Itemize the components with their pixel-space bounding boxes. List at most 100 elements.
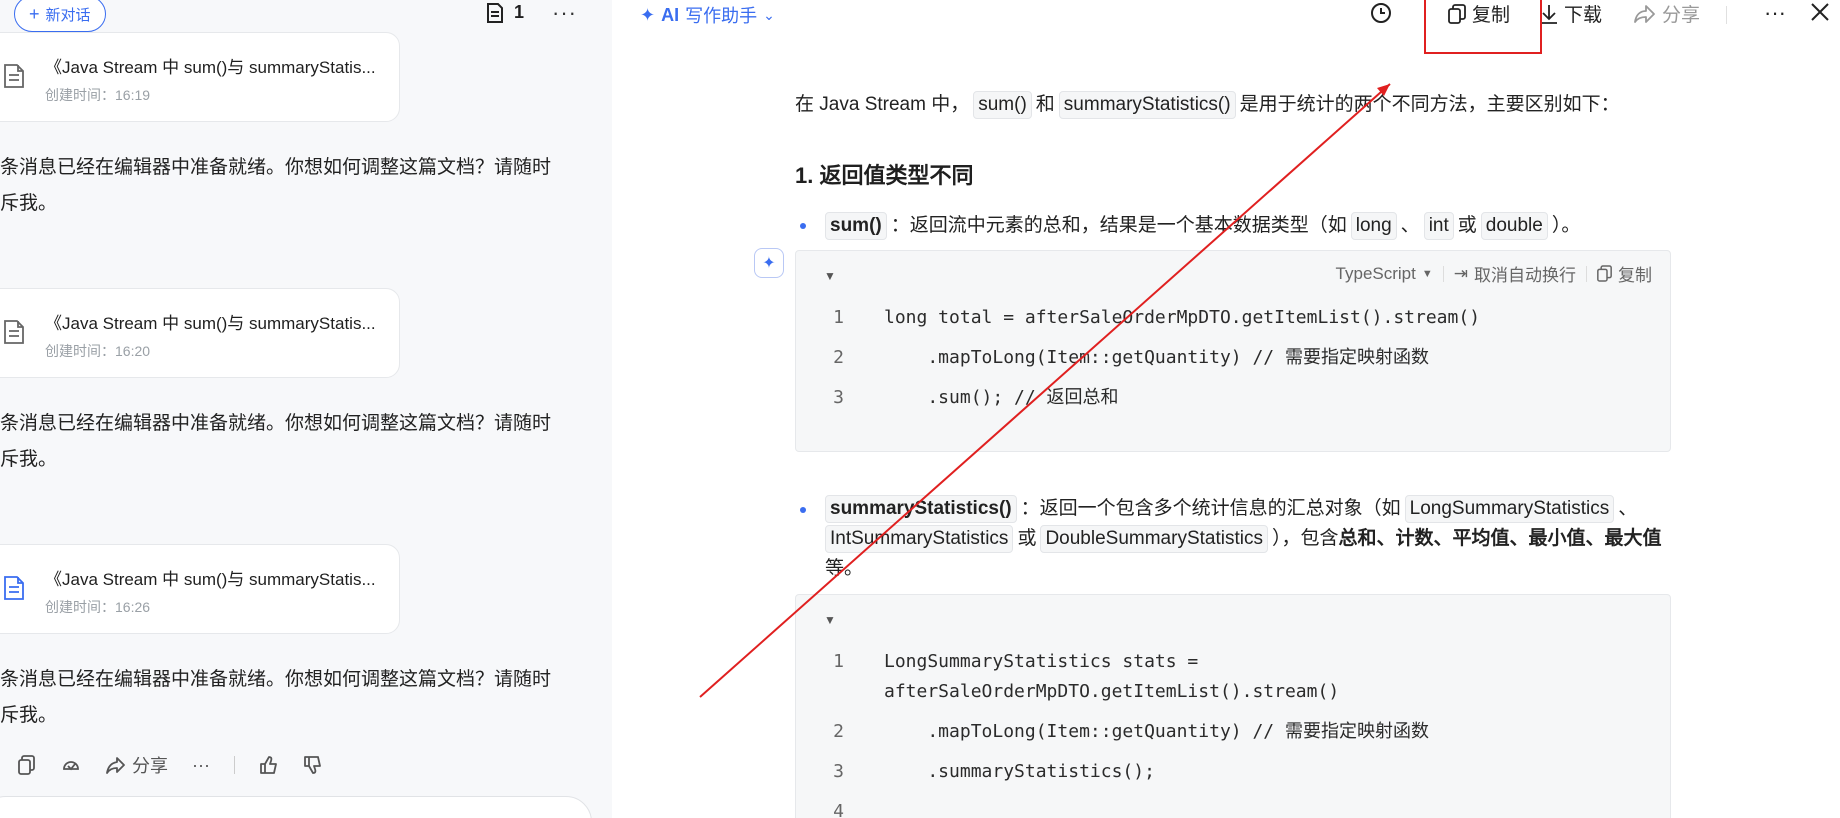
inline-code: LongSummaryStatistics [1404,495,1615,523]
toggle-wrap-button[interactable]: ⇥ 取消自动换行 [1454,261,1576,286]
card-time: 创建时间：16:26 [45,599,151,615]
code-text: afterSaleOrderMpDTO.getItemList().stream… [884,681,1340,702]
download-label: 下载 [1564,5,1603,26]
copy-icon [1597,265,1612,282]
chevron-down-icon: ⌄ [763,6,775,23]
card-title: 《Java Stream 中 sum()与 summaryStatis... [45,58,376,77]
inline-code: DoubleSummaryStatistics [1040,525,1268,553]
assistant-message: 条消息已经在编辑器中准备就绪。你想如何调整这篇文档？请随时 斥我。 [0,150,590,222]
message-line: 斥我。 [0,193,58,214]
language-select[interactable]: TypeScript ▼ [1336,264,1433,284]
code-text: .mapToLong(Item::getQuantity) // 需要指定映射函… [884,721,1429,742]
collapse-caret-icon[interactable]: ▼ [824,613,836,627]
chat-panel: + 新对话 1 ··· 《Java Stream 中 sum()与 summar… [0,0,612,818]
message-line: 斥我。 [0,705,58,726]
bullet-text: 等。 [825,558,864,579]
bullet-text: ）。 [1551,215,1581,236]
inline-code: summaryStatistics() [1058,91,1236,119]
new-chat-button[interactable]: + 新对话 [14,0,106,32]
thumbs-up-icon[interactable] [259,755,279,775]
download-button[interactable]: 下载 [1540,0,1602,27]
line-number: 1 [833,307,844,328]
divider [233,756,235,774]
wrap-icon: ⇥ [1453,263,1468,283]
line-number: 2 [833,721,844,742]
bullet-dot [800,507,806,513]
share-icon [1634,4,1655,23]
document-edit-icon [4,320,24,344]
bullet-bold-text: 总和、计数、平均值、最小值、最 [1338,528,1624,549]
message-line: 条消息已经在编辑器中准备就绪。你想如何调整这篇文档？请随时 [0,669,552,690]
more-icon[interactable]: ··· [192,755,210,776]
assistant-message: 条消息已经在编辑器中准备就绪。你想如何调整这篇文档？请随时 斥我。 [0,662,590,734]
bullet-bold-text: 大值 [1623,528,1662,549]
code-block: ▼ TypeScript ▼ ⇥ 取消自动换行 复制 1 long total =… [795,250,1671,452]
share-document-button[interactable]: 分享 [1634,0,1700,27]
new-chat-label: 新对话 [45,6,91,24]
code-line: 3 .sum(); // 返回总和 [796,383,1119,413]
line-number: 4 [833,801,844,818]
code-block: ▼ 1 LongSummaryStatistics stats = afterSa… [795,594,1671,818]
chat-input-box[interactable] [0,796,592,818]
message-line: 条消息已经在编辑器中准备就绪。你想如何调整这篇文档？请随时 [0,157,552,178]
assistant-message: 条消息已经在编辑器中准备就绪。你想如何调整这篇文档？请随时 斥我。 [0,406,590,478]
code-toolbar: TypeScript ▼ ⇥ 取消自动换行 复制 [1336,261,1652,286]
bullet-text: 或 [1457,215,1477,236]
inline-code: summaryStatistics() [825,495,1017,523]
ai-writing-assistant-menu[interactable]: ✦ AI 写作助手 ⌄ [640,2,775,28]
collapse-caret-icon[interactable]: ▼ [824,269,836,283]
highlight-annotation-box [1424,0,1542,54]
message-line: 条消息已经在编辑器中准备就绪。你想如何调整这篇文档？请随时 [0,413,552,434]
document-card[interactable]: 《Java Stream 中 sum()与 summaryStatis... 创… [0,32,400,122]
language-label: TypeScript [1335,263,1416,283]
intro-text: 和 [1035,94,1055,115]
regenerate-icon[interactable] [60,755,82,775]
share-label: 分享 [1662,5,1701,26]
ai-sparkle-button[interactable]: ✦ [754,248,784,278]
card-time: 创建时间：16:19 [45,87,151,103]
plus-icon: + [29,4,40,24]
code-line: 2 .mapToLong(Item::getQuantity) // 需要指定映… [796,717,1429,747]
bullet-text: 或 [1017,528,1037,549]
bullet-text: ：返回一个包含多个统计信息的汇总对象（如 [1020,498,1401,519]
message-actions: 分享 ··· [18,752,323,778]
bullet-item: summaryStatistics() ：返回一个包含多个统计信息的汇总对象（如 L… [825,494,1671,584]
sparkle-icon: ✦ [640,4,656,25]
code-line: afterSaleOrderMpDTO.getItemList().stream… [796,677,1339,707]
bullet-text: 、 [1618,498,1638,519]
line-number: 1 [833,651,844,672]
document-icon [487,2,503,23]
inline-code: long [1350,212,1397,240]
close-icon[interactable] [1810,2,1830,22]
code-line: 1 LongSummaryStatistics stats = [796,647,1198,677]
document-card[interactable]: 《Java Stream 中 sum()与 summaryStatis... 创… [0,544,400,634]
document-card[interactable]: 《Java Stream 中 sum()与 summaryStatis... 创… [0,288,400,378]
bullet-dot [800,223,806,229]
share-button[interactable]: 分享 [106,752,168,778]
history-clock-icon[interactable] [1370,2,1392,24]
code-text: .summaryStatistics(); [884,761,1155,782]
card-title: 《Java Stream 中 sum()与 summaryStatis... [45,314,376,333]
code-line: 1 long total = afterSaleOrderMpDTO.getIte… [796,303,1480,333]
code-text: .sum(); // 返回总和 [884,387,1119,408]
inline-code: IntSummaryStatistics [825,525,1014,553]
toolbar-divider [1726,6,1727,24]
message-line: 斥我。 [0,449,58,470]
copy-code-button[interactable]: 复制 [1597,261,1652,286]
card-time: 创建时间：16:20 [45,343,151,359]
line-number: 3 [833,387,844,408]
document-edit-icon [4,64,24,88]
document-count[interactable]: 1 [486,2,524,23]
inline-code: sum() [825,212,887,240]
code-line: 4 [796,797,884,818]
code-text: .mapToLong(Item::getQuantity) // 需要指定映射函… [884,347,1429,368]
thumbs-down-icon[interactable] [303,755,323,775]
more-options-icon[interactable]: ··· [552,0,577,26]
share-icon [106,757,125,774]
ai-label: AI [661,4,680,25]
line-number: 3 [833,761,844,782]
document-edit-icon [4,576,24,600]
caret-down-icon: ▼ [1421,267,1433,280]
copy-icon[interactable] [18,755,36,775]
more-options-icon[interactable]: ··· [1764,0,1786,26]
